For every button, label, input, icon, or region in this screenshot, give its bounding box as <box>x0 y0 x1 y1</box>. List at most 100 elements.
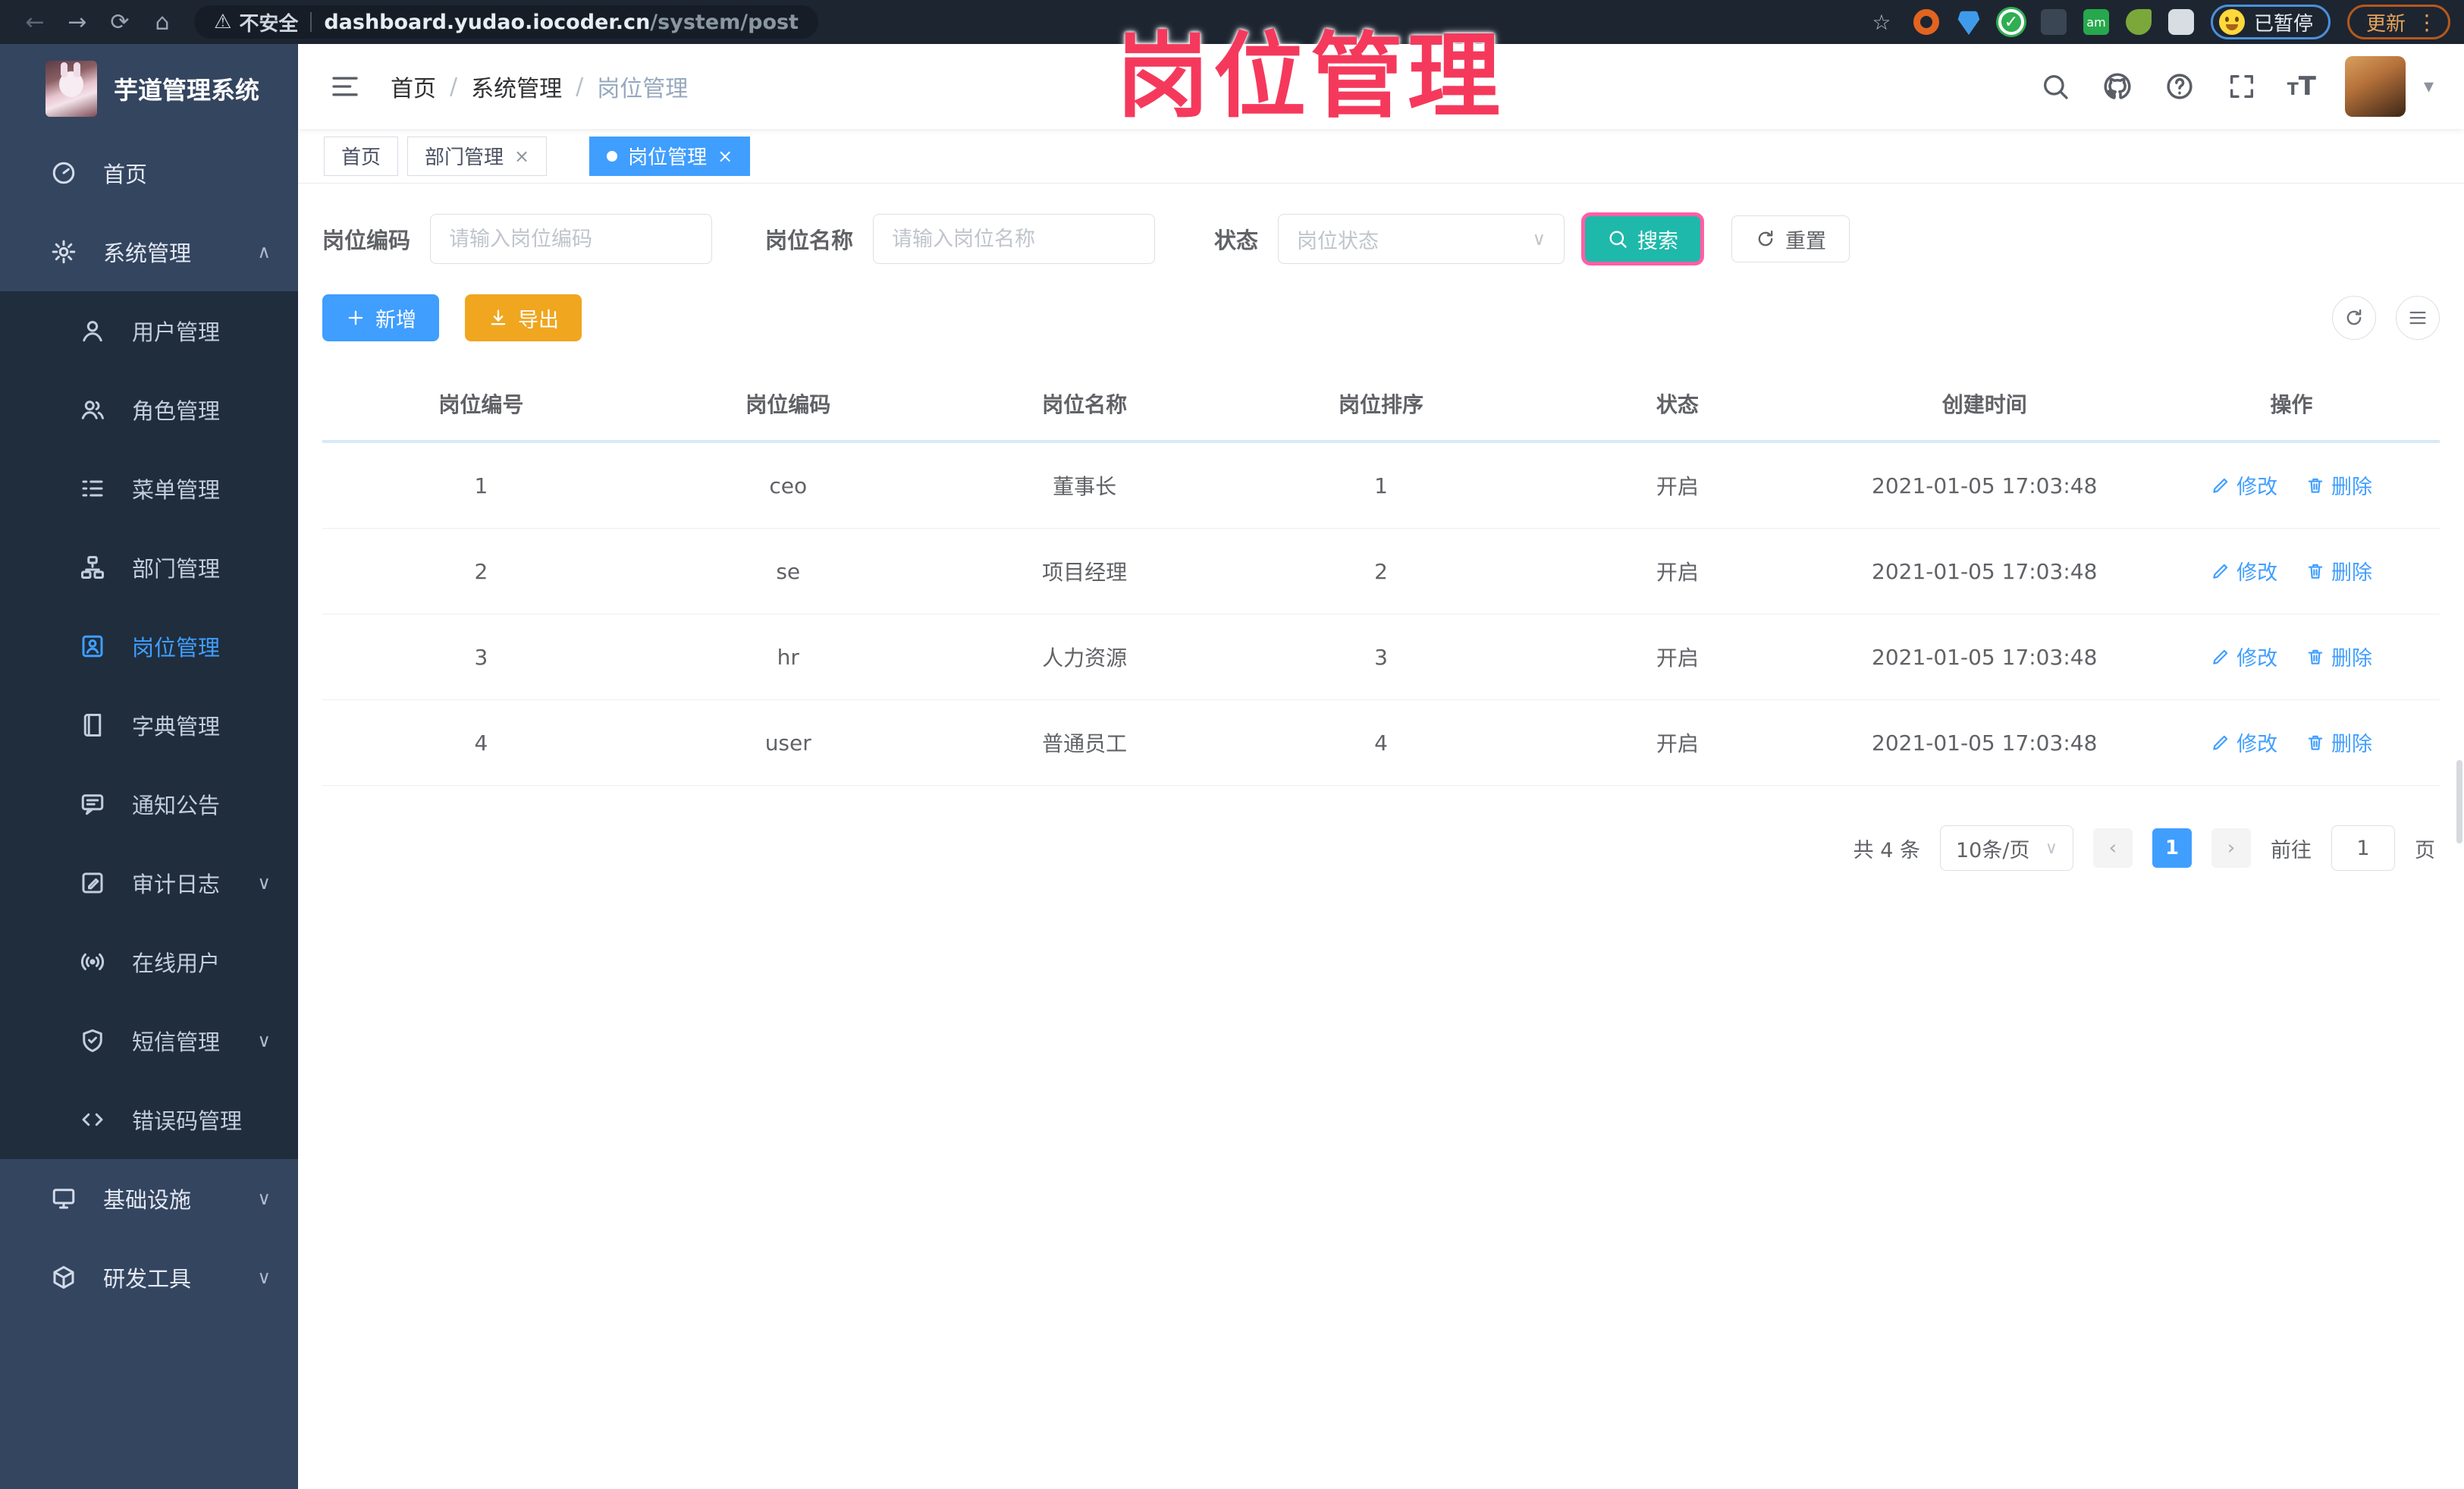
profile-paused-pill[interactable]: 已暂停 <box>2210 5 2331 39</box>
tab-post-management[interactable]: 岗位管理 × <box>589 136 751 176</box>
user-avatar[interactable] <box>2344 56 2406 117</box>
prev-page-button[interactable]: ‹ <box>2093 828 2133 868</box>
font-size-icon[interactable]: TT <box>2287 71 2316 102</box>
delete-link[interactable]: 删除 <box>2305 727 2372 757</box>
extension-check-icon[interactable]: ✓ <box>1998 9 2024 35</box>
export-button[interactable]: 导出 <box>465 294 582 341</box>
url-host: dashboard.yudao.iocoder.cn <box>324 10 651 34</box>
page-size-select[interactable]: 10条/页 ∨ <box>1940 825 2073 871</box>
edit-link[interactable]: 修改 <box>2211 470 2277 500</box>
tab-department-management[interactable]: 部门管理 × <box>407 136 548 176</box>
refresh-table-button[interactable] <box>2332 296 2376 340</box>
sidebar-item-role-management[interactable]: 角色管理 <box>0 370 298 449</box>
sidebar-item-audit-log[interactable]: 审计日志 ∨ <box>0 843 298 922</box>
tab-label: 部门管理 <box>425 146 504 169</box>
tab-close-icon[interactable]: × <box>717 146 733 167</box>
column-settings-button[interactable] <box>2396 296 2440 340</box>
delete-link[interactable]: 删除 <box>2305 470 2372 500</box>
sidebar-item-label: 研发工具 <box>103 1266 192 1292</box>
page-number-1[interactable]: 1 <box>2152 828 2192 868</box>
sidebar-item-infrastructure[interactable]: 基础设施 ∨ <box>0 1159 298 1238</box>
sidebar-item-label: 通知公告 <box>132 793 221 818</box>
bookmark-star-icon[interactable]: ☆ <box>1866 7 1897 37</box>
col-post-id: 岗位编号 <box>322 367 640 443</box>
delete-label: 删除 <box>2331 561 2372 586</box>
search-icon[interactable] <box>2039 70 2072 103</box>
chevron-down-icon: ∨ <box>257 872 271 894</box>
breadcrumb: 首页 / 系统管理 / 岗位管理 <box>391 70 688 103</box>
avatar-caret-down-icon[interactable]: ▾ <box>2424 75 2434 98</box>
app-logo-image <box>46 61 97 117</box>
next-page-button[interactable]: › <box>2211 828 2251 868</box>
app-header: 首页 / 系统管理 / 岗位管理 TT ▾ <box>298 44 2464 129</box>
edit-link[interactable]: 修改 <box>2211 642 2277 671</box>
signal-icon <box>80 953 105 971</box>
extension-pin-icon[interactable] <box>1957 11 1980 35</box>
extensions-puzzle-icon[interactable] <box>2167 9 2194 35</box>
sidebar-item-dev-tools[interactable]: 研发工具 ∨ <box>0 1238 298 1317</box>
browser-reload-button[interactable]: ⟳ <box>99 5 141 39</box>
sidebar-item-dict-management[interactable]: 字典管理 <box>0 686 298 765</box>
gear-icon <box>52 240 76 264</box>
sidebar-item-department-management[interactable]: 部门管理 <box>0 528 298 607</box>
chevron-down-icon: ∨ <box>2045 838 2058 858</box>
sidebar-item-sms-management[interactable]: 短信管理 ∨ <box>0 1001 298 1080</box>
posts-table: 岗位编号 岗位编码 岗位名称 岗位排序 状态 创建时间 操作 1 ceo 董事长… <box>322 367 2440 786</box>
sidebar-item-label: 菜单管理 <box>132 477 221 503</box>
browser-home-button[interactable]: ⌂ <box>141 5 184 39</box>
pencil-icon <box>2213 478 2228 493</box>
sidebar-item-post-management[interactable]: 岗位管理 <box>0 607 298 686</box>
cell-code: se <box>639 528 937 614</box>
delete-link[interactable]: 删除 <box>2305 556 2372 586</box>
sidebar-item-user-management[interactable]: 用户管理 <box>0 291 298 370</box>
tab-label: 首页 <box>341 146 381 169</box>
cell-status: 开启 <box>1529 614 1826 700</box>
tab-home[interactable]: 首页 <box>324 136 399 176</box>
sidebar-item-system-management[interactable]: 系统管理 ∧ <box>0 212 298 291</box>
tab-close-icon[interactable]: × <box>514 146 529 167</box>
reset-button[interactable]: 重置 <box>1731 215 1850 262</box>
post-name-input[interactable] <box>873 214 1156 264</box>
status-select[interactable]: 岗位状态 ∨ <box>1278 214 1565 264</box>
sidebar-item-online-users[interactable]: 在线用户 <box>0 922 298 1001</box>
browser-menu-kebab-icon[interactable]: ⋮ <box>2416 10 2437 35</box>
extension-icon[interactable] <box>2040 9 2067 35</box>
hamburger-menu-icon[interactable] <box>328 71 362 102</box>
extension-leaf-icon[interactable] <box>2125 9 2152 35</box>
add-button[interactable]: 新增 <box>322 294 439 341</box>
app-logo-row[interactable]: 芋道管理系统 <box>0 44 298 134</box>
sidebar-item-error-code-management[interactable]: 错误码管理 <box>0 1080 298 1159</box>
breadcrumb-home[interactable]: 首页 <box>391 70 436 103</box>
add-button-label: 新增 <box>375 308 416 332</box>
col-status: 状态 <box>1529 367 1826 443</box>
sidebar-item-label: 首页 <box>103 162 148 187</box>
edit-link[interactable]: 修改 <box>2211 727 2277 757</box>
fullscreen-icon[interactable] <box>2225 70 2258 103</box>
sidebar-item-home[interactable]: 首页 <box>0 134 298 212</box>
sidebar-item-menu-management[interactable]: 菜单管理 <box>0 449 298 528</box>
trash-icon <box>2308 735 2323 750</box>
trash-icon <box>2308 649 2323 664</box>
post-code-input[interactable] <box>430 214 713 264</box>
browser-forward-button[interactable]: → <box>56 5 99 39</box>
extension-icon[interactable] <box>1913 9 1939 35</box>
address-bar[interactable]: ⚠ 不安全 dashboard.yudao.iocoder.cn /system… <box>194 5 818 39</box>
chrome-update-button[interactable]: 更新 ⋮ <box>2346 5 2450 39</box>
github-icon[interactable] <box>2101 70 2134 103</box>
search-button[interactable]: 搜索 <box>1581 212 1705 265</box>
extension-wechat-icon[interactable]: am <box>2083 9 2109 35</box>
browser-back-button[interactable]: ← <box>14 5 56 39</box>
chevron-up-icon: ∧ <box>257 241 271 262</box>
cell-code: user <box>639 699 937 786</box>
breadcrumb-system[interactable]: 系统管理 <box>471 70 562 103</box>
cell-code: ceo <box>639 441 937 529</box>
goto-page-input[interactable] <box>2331 825 2395 871</box>
edit-link[interactable]: 修改 <box>2211 556 2277 586</box>
cell-created: 2021-01-05 17:03:48 <box>1825 528 2144 614</box>
trash-icon <box>2308 478 2323 493</box>
delete-link[interactable]: 删除 <box>2305 642 2372 671</box>
edit-label: 修改 <box>2236 733 2278 757</box>
scrollbar-thumb[interactable] <box>2456 760 2462 843</box>
sidebar-item-notice-announcement[interactable]: 通知公告 <box>0 765 298 843</box>
help-question-icon[interactable] <box>2163 70 2196 103</box>
